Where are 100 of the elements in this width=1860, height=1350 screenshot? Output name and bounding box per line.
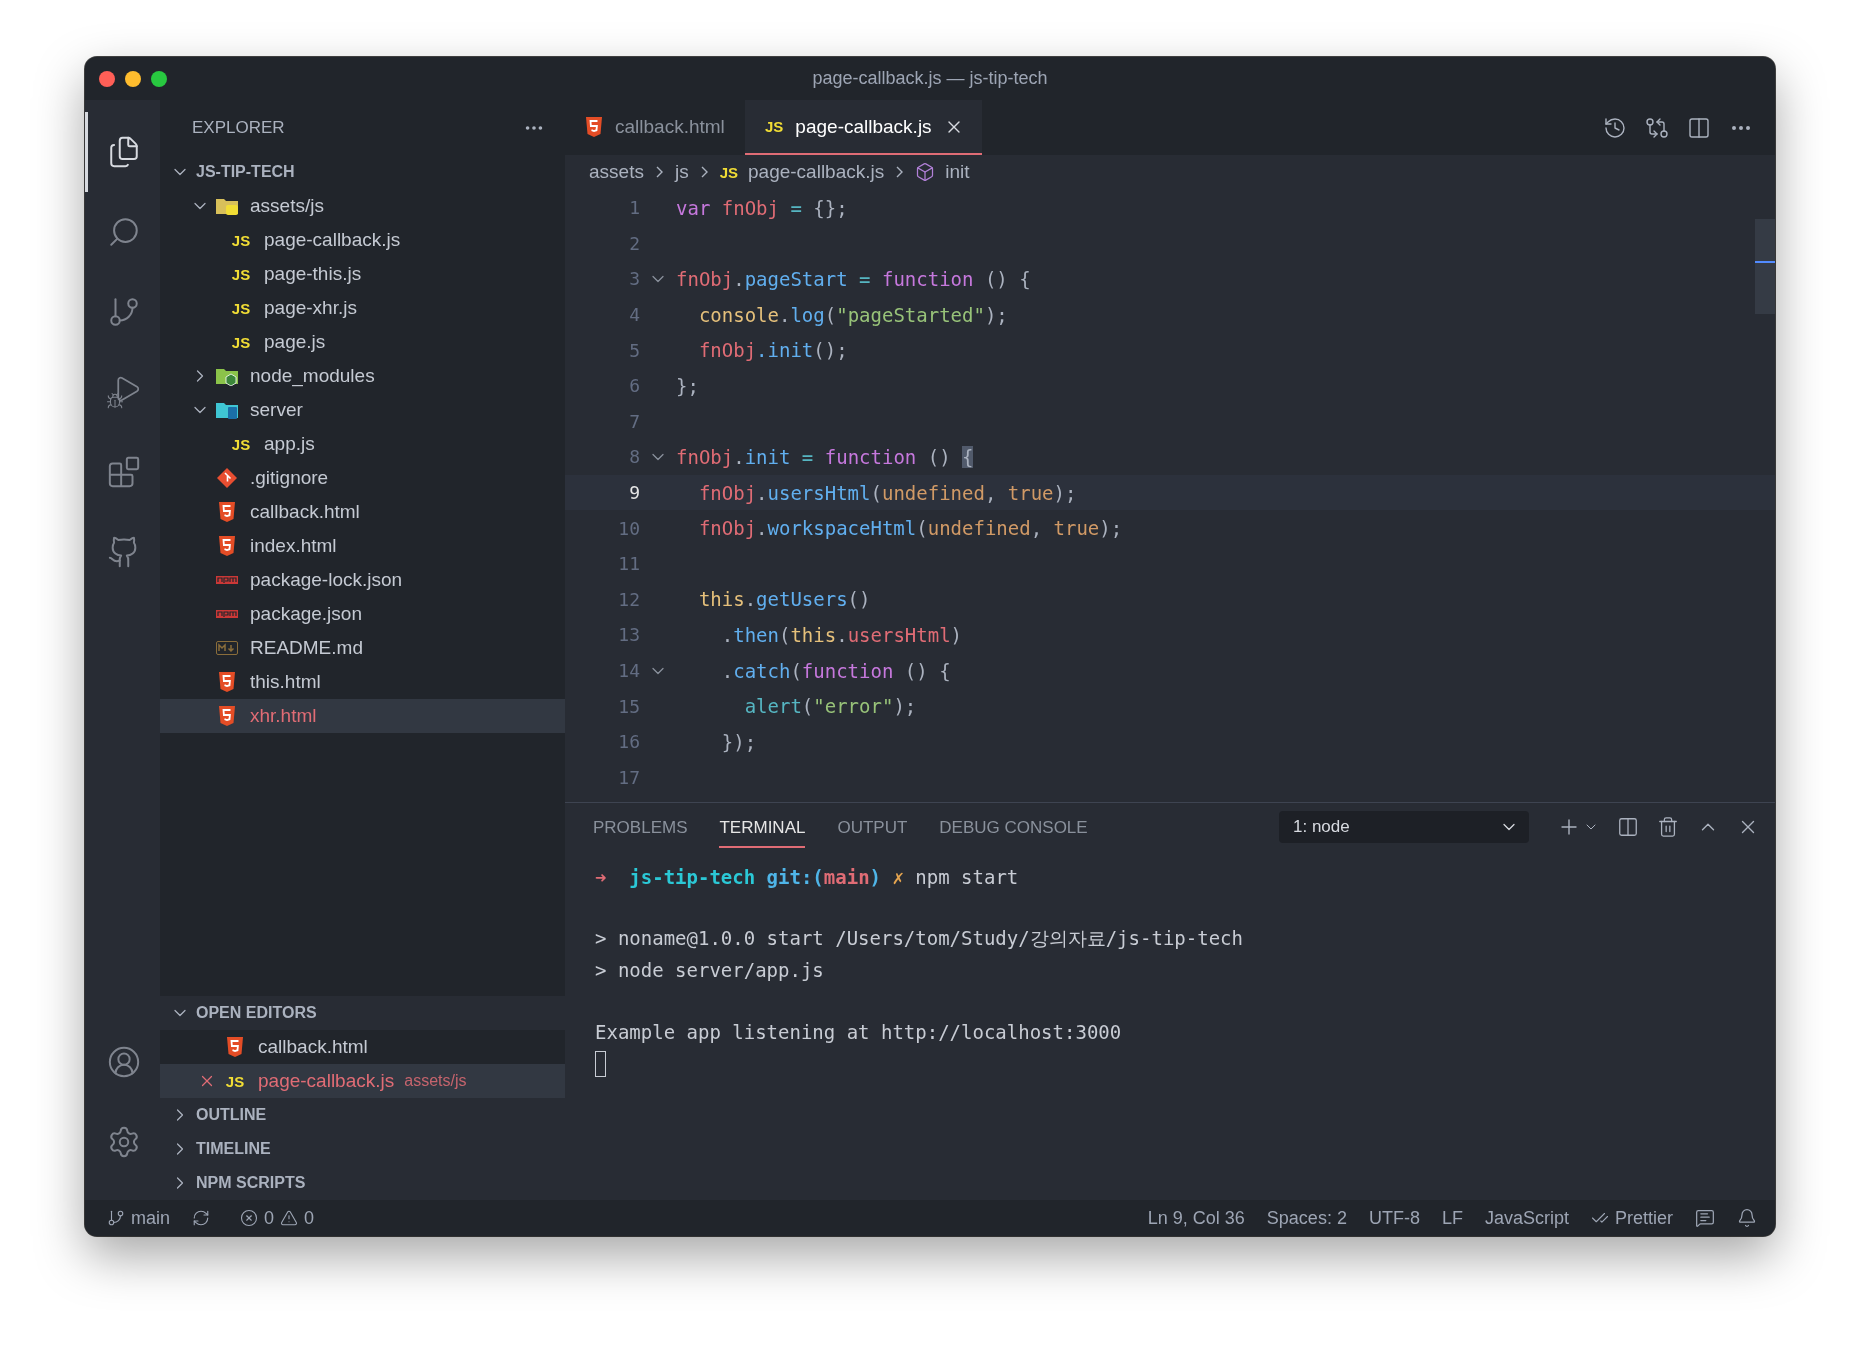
terminal-line: > noname@1.0.0 start /Users/tom/Study/강의자료/js-tip-tech bbox=[595, 925, 1243, 951]
code-line: console.log("pageStarted"); bbox=[697, 303, 1008, 326]
compare-changes-icon[interactable] bbox=[1645, 115, 1669, 140]
file-name: app.js bbox=[264, 433, 315, 455]
breadcrumb-item[interactable]: init bbox=[915, 161, 970, 183]
html-file-icon bbox=[218, 671, 236, 693]
line-number: 3 bbox=[628, 268, 640, 290]
code-line: alert("error"); bbox=[743, 695, 917, 718]
terminal-line: ➜ js-tip-tech git:(main) ✗ npm start bbox=[595, 865, 1019, 888]
code-line: fnObj.pageStart = function () { bbox=[676, 268, 1031, 290]
history-icon[interactable] bbox=[1603, 115, 1627, 140]
code-line: fnObj.usersHtml(undefined, true); bbox=[697, 481, 1077, 504]
file-item[interactable]: JS page-xhr.js bbox=[160, 291, 565, 325]
file-item[interactable]: JS page-callback.js bbox=[160, 223, 565, 257]
file-item[interactable]: JS page-this.js bbox=[160, 257, 565, 291]
source-control-icon bbox=[107, 295, 141, 329]
file-name: page-this.js bbox=[264, 263, 362, 285]
close-window-button[interactable] bbox=[99, 70, 115, 87]
file-name: xhr.html bbox=[250, 705, 317, 727]
tab-label: page-callback.js bbox=[795, 115, 932, 138]
file-name: callback.html bbox=[258, 1036, 368, 1058]
search-icon bbox=[107, 215, 141, 249]
html-file-icon bbox=[226, 1036, 244, 1058]
status-item[interactable]: JavaScript bbox=[1484, 1207, 1569, 1229]
terminal-dropdown[interactable]: 1: node bbox=[1279, 811, 1529, 843]
npm-file-icon bbox=[216, 576, 238, 584]
run-debug-icon bbox=[106, 374, 142, 410]
editor-tab[interactable]: JS page-callback.js bbox=[745, 100, 982, 155]
status-item[interactable]: Prettier bbox=[1590, 1207, 1673, 1229]
file-item[interactable]: callback.html bbox=[160, 495, 565, 529]
line-number: 13 bbox=[617, 624, 640, 646]
section-header[interactable]: OPEN EDITORS bbox=[160, 996, 565, 1030]
line-number: 12 bbox=[617, 588, 640, 610]
file-item[interactable]: package-lock.json bbox=[160, 563, 565, 597]
status-item[interactable]: UTF-8 bbox=[1368, 1207, 1420, 1229]
sync-icon[interactable] bbox=[192, 1209, 210, 1227]
folder-item[interactable]: server bbox=[160, 393, 565, 427]
breadcrumb-separator-icon bbox=[655, 166, 663, 178]
minimize-window-button[interactable] bbox=[125, 70, 141, 87]
line-number: 8 bbox=[628, 446, 640, 468]
line-number: 11 bbox=[617, 553, 640, 575]
file-name: page-callback.js bbox=[264, 229, 401, 251]
js-file-icon: JS bbox=[231, 299, 251, 317]
feedback-icon[interactable] bbox=[1695, 1208, 1715, 1228]
terminal-line: Example app listening at http://localhost:3000 bbox=[595, 1020, 1122, 1043]
bell-icon[interactable] bbox=[1737, 1208, 1757, 1228]
code-line: .then(this.usersHtml) bbox=[720, 623, 963, 646]
split-editor-icon[interactable] bbox=[1687, 115, 1711, 140]
panel-tab[interactable]: DEBUG CONSOLE bbox=[939, 806, 1088, 848]
cube-icon bbox=[915, 162, 936, 182]
panel-tab[interactable]: OUTPUT bbox=[837, 806, 908, 848]
breadcrumb-item[interactable]: assets bbox=[589, 161, 644, 183]
folder-item[interactable]: assets/js bbox=[160, 189, 565, 223]
js-file-icon: JS bbox=[719, 163, 738, 181]
folder-item[interactable]: node_modules bbox=[160, 359, 565, 393]
breadcrumb-item[interactable]: JS page-callback.js bbox=[719, 161, 885, 183]
file-item[interactable]: .gitignore bbox=[160, 461, 565, 495]
file-item[interactable]: JS app.js bbox=[160, 427, 565, 461]
file-name: page-xhr.js bbox=[264, 297, 357, 319]
code-line: var fnObj = {}; bbox=[676, 196, 848, 219]
line-number: 17 bbox=[617, 766, 640, 788]
html-file-icon bbox=[585, 115, 603, 138]
file-item[interactable]: JS page.js bbox=[160, 325, 565, 359]
problems-status[interactable]: 0 0 bbox=[240, 1207, 315, 1229]
warning-icon bbox=[280, 1209, 299, 1227]
js-file-icon: JS bbox=[231, 333, 251, 351]
section-header[interactable]: TIMELINE bbox=[160, 1132, 565, 1166]
window-title: page-callback.js — js-tip-tech bbox=[812, 68, 1048, 89]
status-item[interactable]: Ln 9, Col 36 bbox=[1147, 1207, 1245, 1229]
breadcrumb-item[interactable]: js bbox=[674, 161, 689, 183]
maximize-window-button[interactable] bbox=[151, 70, 167, 87]
code-line: }); bbox=[720, 730, 757, 753]
breadcrumb-separator-icon bbox=[896, 166, 904, 178]
file-item[interactable]: index.html bbox=[160, 529, 565, 563]
panel-tab[interactable]: TERMINAL bbox=[719, 806, 806, 848]
panel-tab[interactable]: PROBLEMS bbox=[593, 806, 688, 848]
section-header[interactable]: OUTLINE bbox=[160, 1098, 565, 1132]
file-item[interactable]: package.json bbox=[160, 597, 565, 631]
status-item[interactable]: Spaces: 2 bbox=[1266, 1207, 1347, 1229]
open-editor-item[interactable]: JS page-callback.js assets/js bbox=[160, 1064, 565, 1098]
folder-icon bbox=[215, 366, 239, 386]
terminal-cursor bbox=[595, 1051, 606, 1077]
file-item[interactable]: this.html bbox=[160, 665, 565, 699]
markdown-file-icon bbox=[216, 641, 238, 655]
extensions-icon bbox=[107, 455, 141, 489]
file-name: this.html bbox=[250, 671, 321, 693]
file-item[interactable]: README.md bbox=[160, 631, 565, 665]
scrollbar-thumb[interactable] bbox=[1755, 219, 1775, 314]
branch-status[interactable]: main bbox=[107, 1207, 170, 1229]
line-number: 4 bbox=[628, 304, 640, 326]
folder-icon bbox=[215, 400, 239, 420]
section-header[interactable]: NPM SCRIPTS bbox=[160, 1166, 565, 1200]
file-name: index.html bbox=[250, 535, 337, 557]
status-item[interactable]: LF bbox=[1441, 1207, 1463, 1229]
file-item[interactable]: xhr.html bbox=[160, 699, 565, 733]
code-line: fnObj.workspaceHtml(undefined, true); bbox=[697, 517, 1123, 540]
trash-icon[interactable] bbox=[1657, 816, 1679, 838]
split-terminal-icon[interactable] bbox=[1617, 816, 1639, 838]
line-number: 15 bbox=[617, 695, 640, 717]
open-editor-item[interactable]: callback.html bbox=[160, 1030, 565, 1064]
